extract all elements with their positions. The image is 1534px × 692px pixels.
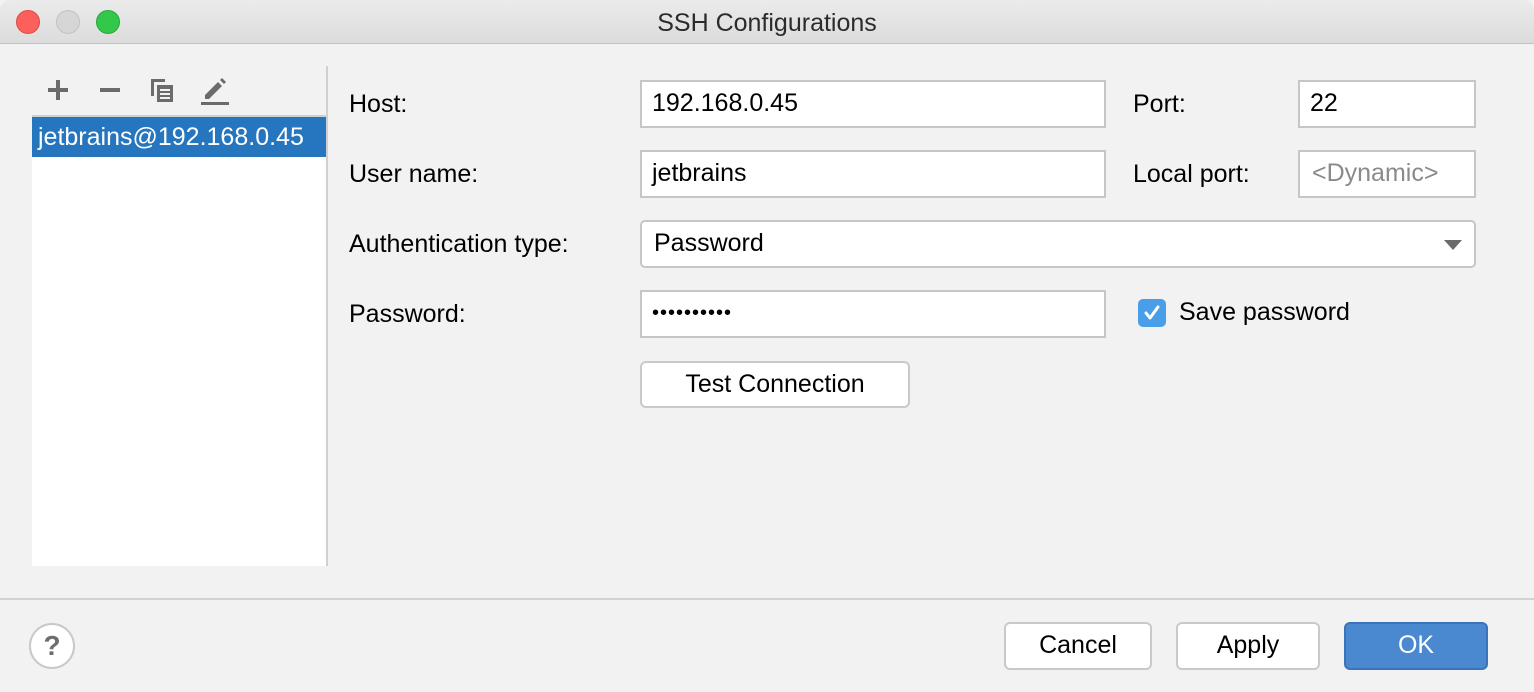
edit-configuration-button[interactable] — [198, 74, 230, 106]
host-label: Host: — [349, 90, 408, 118]
ssh-configurations-dialog: SSH Configurations jetbrains@192.168.0.4… — [0, 0, 1534, 692]
cancel-button[interactable]: Cancel — [1004, 622, 1152, 670]
ok-button[interactable]: OK — [1344, 622, 1488, 670]
host-input[interactable]: 192.168.0.45 — [640, 80, 1106, 128]
help-button[interactable]: ? — [29, 623, 75, 669]
apply-button[interactable]: Apply — [1176, 622, 1320, 670]
save-password-label[interactable]: Save password — [1179, 298, 1350, 327]
title-bar: SSH Configurations — [0, 0, 1534, 44]
local-port-label: Local port: — [1133, 160, 1250, 188]
password-label: Password: — [349, 300, 466, 328]
pencil-icon — [201, 78, 229, 105]
list-item[interactable]: jetbrains@192.168.0.45 — [32, 117, 326, 157]
save-password-checkbox[interactable] — [1138, 299, 1166, 327]
username-input[interactable]: jetbrains — [640, 150, 1106, 198]
checkmark-icon — [1144, 305, 1160, 320]
test-connection-button[interactable]: Test Connection — [640, 361, 910, 408]
local-port-input[interactable]: <Dynamic> — [1298, 150, 1476, 198]
chevron-down-icon — [1444, 240, 1462, 250]
remove-configuration-button[interactable] — [94, 74, 126, 106]
password-input[interactable]: •••••••••• — [640, 290, 1106, 338]
configuration-list: jetbrains@192.168.0.45 — [32, 115, 326, 566]
copy-configuration-button[interactable] — [146, 74, 178, 106]
auth-type-label: Authentication type: — [349, 230, 569, 258]
plus-icon — [48, 80, 68, 100]
port-input[interactable]: 22 — [1298, 80, 1476, 128]
port-label: Port: — [1133, 90, 1186, 118]
splitter[interactable] — [326, 66, 328, 566]
auth-type-value: Password — [654, 229, 764, 257]
window-title: SSH Configurations — [657, 9, 877, 37]
auth-type-select[interactable]: Password — [640, 220, 1476, 268]
help-icon: ? — [43, 630, 61, 661]
minus-icon — [100, 88, 120, 92]
copy-icon — [151, 79, 173, 102]
username-label: User name: — [349, 160, 479, 188]
add-configuration-button[interactable] — [42, 74, 74, 106]
footer-divider — [0, 598, 1534, 600]
